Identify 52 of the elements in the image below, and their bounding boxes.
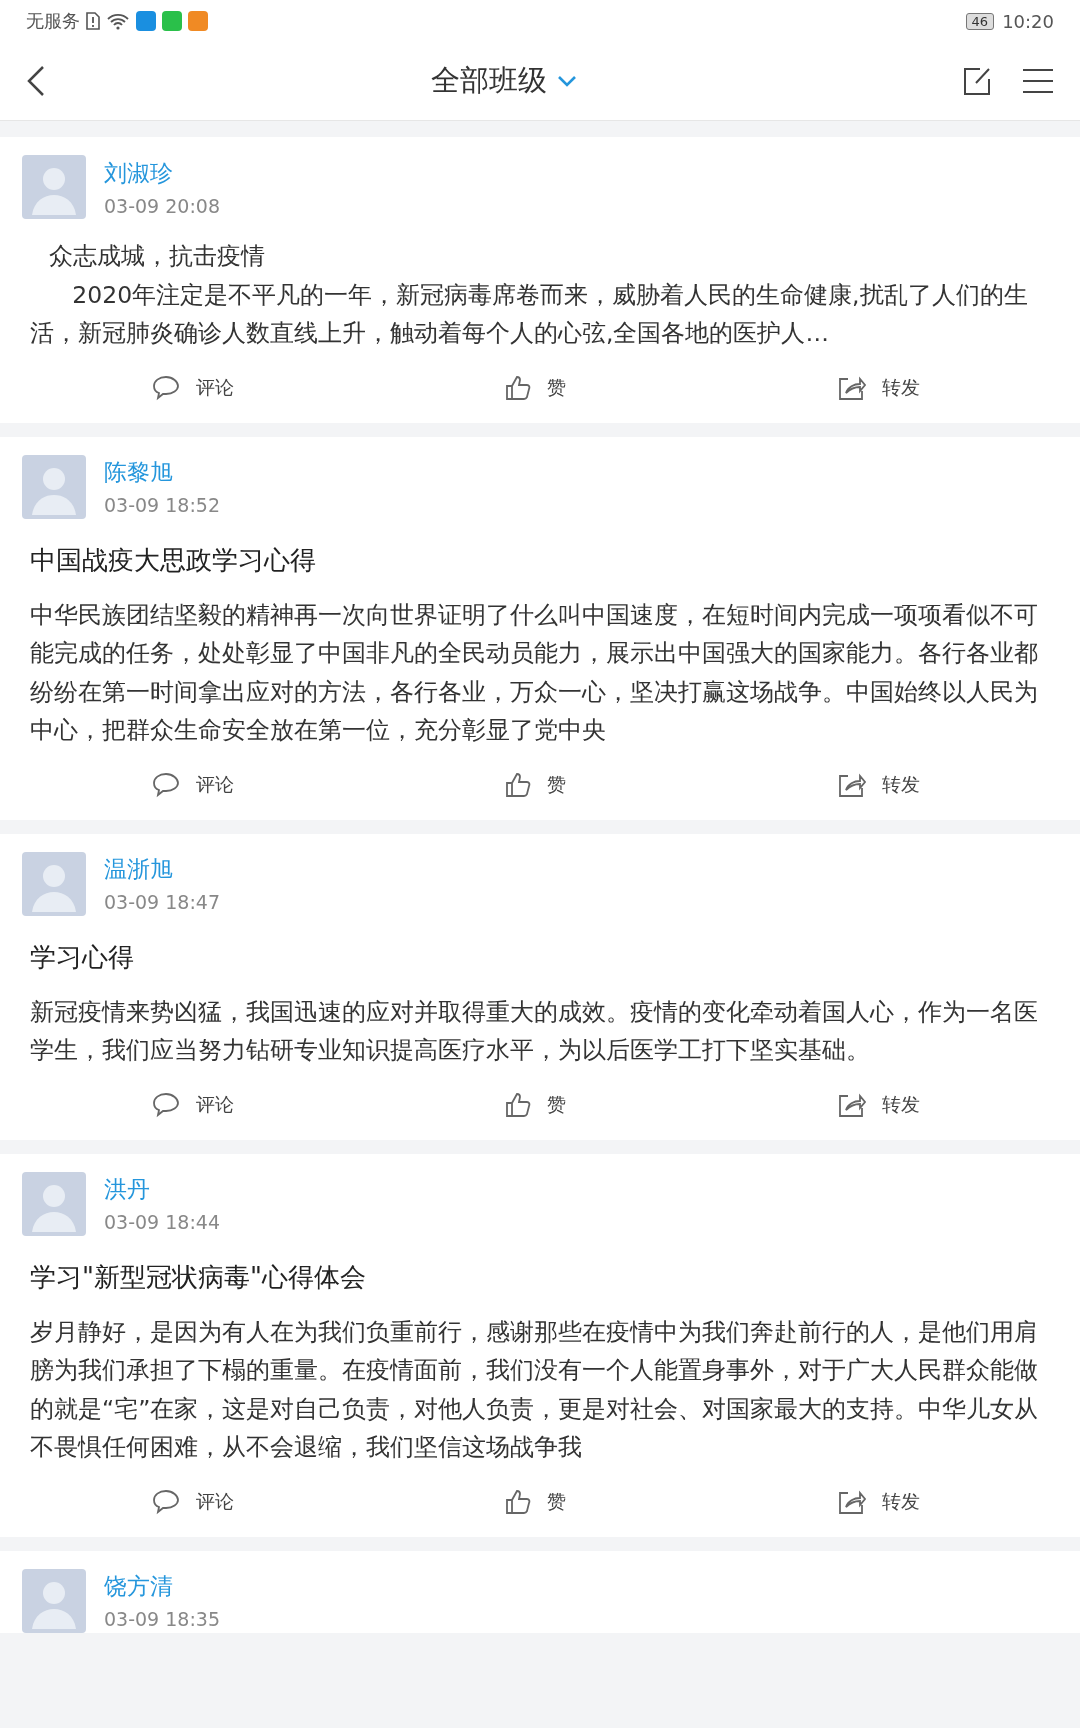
post-text: 中华民族团结坚毅的精神再一次向世界证明了什么叫中国速度，在短时间内完成一项项看似不可能完成的任务，处处彰显了中国非凡的全民动员能力，展示出中国强大的国家能力。各行各业都纷纷在第一时间拿出应对的方法，各行各业，万众一心，坚决打赢这场战争。中国始终以人民为中心，把群众生命安全放在第一位，充分彰显了党中央	[30, 599, 1039, 746]
post-title[interactable]: 中国战疫大思政学习心得	[30, 542, 1050, 578]
comment-button[interactable]: 评论	[152, 1091, 235, 1118]
post-time: 03-09 18:35	[104, 1608, 220, 1630]
post-title[interactable]: 学习"新型冠状病毒"心得体会	[30, 1259, 1050, 1295]
post-time: 03-09 18:52	[104, 494, 220, 516]
share-icon	[837, 1488, 866, 1515]
comment-button[interactable]: 评论	[152, 374, 235, 401]
comment-button[interactable]: 评论	[152, 771, 235, 798]
post-text: 新冠疫情来势凶猛，我国迅速的应对并取得重大的成效。疫情的变化牵动着国人心，作为一名医学生，我们应当努力钻研专业知识提高医疗水平，为以后医学工打下坚实基础。	[30, 996, 1039, 1066]
thumbs-up-icon	[505, 1488, 532, 1515]
comment-icon	[152, 374, 181, 401]
app-icon	[162, 11, 182, 31]
chevron-down-icon[interactable]	[557, 75, 577, 87]
avatar-icon	[22, 454, 86, 519]
post-text: 2020年注定是不平凡的一年，新冠病毒席卷而来，威胁着人民的生命健康,扰乱了人们的生活，新冠肺炎确诊人数直线上升，触动着每个人的心弦,全国各地的医护人…	[30, 279, 1029, 349]
sim-alert-icon	[86, 12, 100, 30]
avatar-icon	[22, 155, 86, 219]
share-button[interactable]: 转发	[837, 1488, 920, 1515]
post-text: 岁月静好，是因为有人在为我们负重前行，感谢那些在疫情中为我们奔赴前行的人，是他们用肩膀为我们承担了下榻的重量。在疫情面前，我们没有一个人能置身事外，对于广大人民群众能做的就是“宅”在家，这是对自己负责，对他人负责，更是对社会、对国家最大的支持。中华儿女从不畏惧任何困难，从不会退缩，我们坚信这场战争我	[30, 1316, 1040, 1463]
share-button[interactable]: 转发	[837, 1091, 920, 1118]
page-title[interactable]: 全部班级	[431, 61, 547, 101]
app-icon	[188, 11, 208, 31]
app-icon	[136, 11, 156, 31]
share-icon	[837, 771, 866, 798]
carrier-text: 无服务	[26, 9, 80, 33]
comment-icon	[152, 771, 181, 798]
avatar-icon	[22, 1568, 86, 1633]
share-button[interactable]: 转发	[837, 374, 920, 401]
share-icon	[837, 374, 866, 401]
like-button[interactable]: 赞	[505, 1488, 567, 1515]
comment-button[interactable]: 评论	[152, 1488, 235, 1515]
post-time: 03-09 18:47	[104, 891, 220, 913]
thumbs-up-icon	[505, 1091, 532, 1118]
comment-icon	[152, 1091, 181, 1118]
like-button[interactable]: 赞	[505, 771, 567, 798]
wifi-icon	[106, 12, 130, 30]
clock-time: 10:20	[1002, 10, 1054, 32]
thumbs-up-icon	[505, 374, 532, 401]
battery-level: 46	[965, 12, 995, 30]
like-button[interactable]: 赞	[505, 1091, 567, 1118]
post-text: 众志成城，抗击疫情	[47, 241, 266, 272]
post-time: 03-09 18:44	[104, 1211, 220, 1233]
like-button[interactable]: 赞	[505, 374, 567, 401]
comment-icon	[152, 1488, 181, 1515]
avatar-icon	[22, 851, 86, 916]
avatar-icon	[22, 1171, 86, 1236]
post-time: 03-09 20:08	[104, 194, 220, 217]
share-button[interactable]: 转发	[837, 771, 920, 798]
post-title[interactable]: 学习心得	[30, 939, 1050, 975]
thumbs-up-icon	[505, 771, 532, 798]
share-icon	[837, 1091, 866, 1118]
